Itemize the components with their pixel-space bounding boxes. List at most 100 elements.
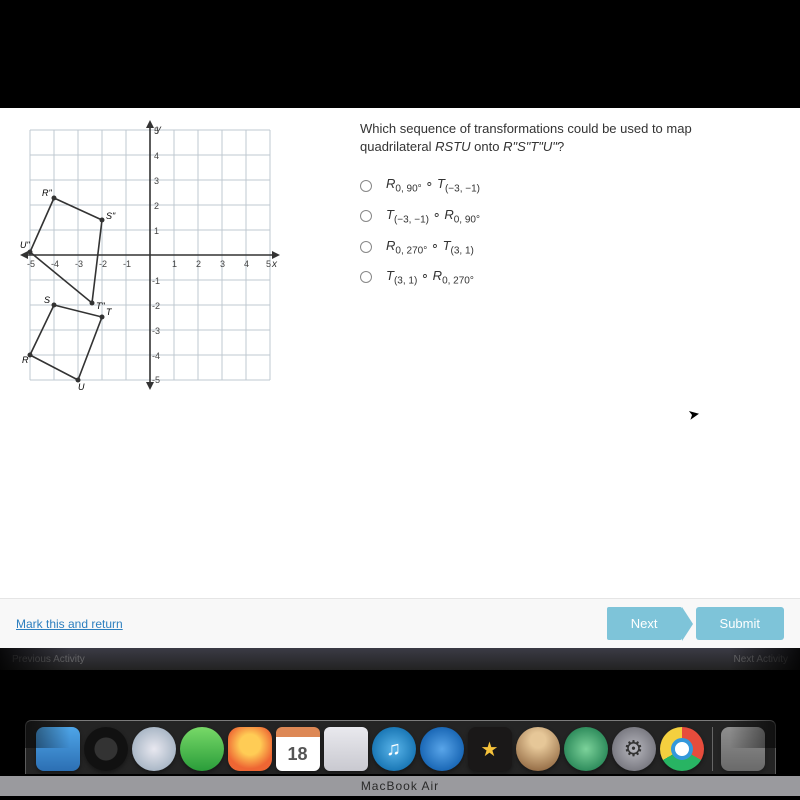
opt1-comp: ∘: [422, 176, 437, 191]
facetime-icon[interactable]: [180, 727, 224, 771]
svg-text:R: R: [22, 355, 29, 365]
coordinate-chart: y x 5 4 3 2 1 -1 -2 -3 -4 -5 -5 -4 -3 -2…: [20, 120, 280, 390]
dock-separator: [712, 727, 713, 771]
launchpad-icon[interactable]: [721, 727, 765, 771]
appstore-icon[interactable]: [420, 727, 464, 771]
timemachine-icon[interactable]: [564, 727, 608, 771]
opt3-t: T: [443, 238, 451, 253]
svg-text:-1: -1: [123, 259, 131, 269]
option-2[interactable]: T(−3, −1) ∘ R0, 90°: [360, 201, 784, 232]
radio-icon[interactable]: [360, 271, 372, 283]
opt1-rsub: 0, 90°: [395, 184, 421, 195]
svg-text:x: x: [271, 259, 278, 270]
opt4-r: R: [433, 268, 442, 283]
opt2-comp: ∘: [429, 207, 444, 222]
activity-nav-bar: Previous Activity Next Activity: [0, 648, 800, 670]
question-rstu: RSTU: [435, 139, 470, 154]
option-2-label: T(−3, −1) ∘ R0, 90°: [386, 207, 480, 226]
preview-icon[interactable]: [324, 727, 368, 771]
sysprefs-icon[interactable]: ⚙: [612, 727, 656, 771]
cursor-icon: ➤: [687, 405, 702, 424]
prev-activity-label: Previous Activity: [12, 654, 85, 665]
finder-icon[interactable]: [36, 727, 80, 771]
svg-text:1: 1: [154, 226, 159, 236]
opt3-r: R: [386, 238, 395, 253]
svg-text:U: U: [78, 382, 85, 390]
macbook-label: MacBook Air: [0, 776, 800, 796]
svg-text:S": S": [106, 211, 116, 221]
answer-options: R0, 90° ∘ T(−3, −1) T(−3, −1) ∘ R0, 90° …: [360, 170, 784, 292]
option-1-label: R0, 90° ∘ T(−3, −1): [386, 176, 480, 195]
option-4[interactable]: T(3, 1) ∘ R0, 270°: [360, 262, 784, 293]
top-black-bar: [0, 0, 800, 108]
opt2-tsub: (−3, −1): [394, 215, 429, 226]
dock: 18 ♫ ★ ⚙: [25, 720, 776, 774]
next-button[interactable]: Next: [607, 607, 682, 640]
svg-text:4: 4: [154, 151, 159, 161]
option-3-label: R0, 270° ∘ T(3, 1): [386, 238, 474, 257]
question-line-1: Which sequence of transformations could …: [360, 121, 692, 136]
opt2-r: R: [444, 207, 453, 222]
svg-text:-5: -5: [27, 259, 35, 269]
dashboard-icon[interactable]: [84, 727, 128, 771]
question-line-2c: ?: [557, 139, 564, 154]
svg-text:1: 1: [172, 259, 177, 269]
bottom-toolbar: Mark this and return Next Submit: [0, 598, 800, 648]
question-line-2a: quadrilateral: [360, 139, 435, 154]
opt4-comp: ∘: [417, 268, 432, 283]
opt4-t: T: [386, 268, 394, 283]
opt3-comp: ∘: [427, 238, 442, 253]
photobooth-icon[interactable]: [228, 727, 272, 771]
svg-text:-3: -3: [152, 326, 160, 336]
garageband-icon[interactable]: [516, 727, 560, 771]
opt4-rsub: 0, 270°: [442, 276, 474, 287]
svg-text:S: S: [44, 295, 50, 305]
opt1-t: T: [437, 176, 445, 191]
imovie-icon[interactable]: ★: [468, 727, 512, 771]
chrome-icon[interactable]: [660, 727, 704, 771]
question-area: Which sequence of transformations could …: [360, 120, 784, 293]
itunes-icon[interactable]: ♫: [372, 727, 416, 771]
calendar-icon[interactable]: 18: [276, 727, 320, 771]
question-text: Which sequence of transformations could …: [360, 120, 784, 156]
opt1-tsub: (−3, −1): [445, 184, 480, 195]
svg-text:5: 5: [154, 126, 159, 136]
svg-text:T: T: [106, 307, 113, 317]
opt4-tsub: (3, 1): [394, 276, 417, 287]
opt2-rsub: 0, 90°: [454, 215, 480, 226]
option-1[interactable]: R0, 90° ∘ T(−3, −1): [360, 170, 784, 201]
svg-text:3: 3: [220, 259, 225, 269]
dock-area: 18 ♫ ★ ⚙: [0, 694, 800, 774]
svg-text:4: 4: [244, 259, 249, 269]
svg-text:-3: -3: [75, 259, 83, 269]
radio-icon[interactable]: [360, 241, 372, 253]
mark-return-link[interactable]: Mark this and return: [16, 617, 123, 631]
opt3-rsub: 0, 270°: [395, 245, 427, 256]
opt1-r: R: [386, 176, 395, 191]
opt3-tsub: (3, 1): [451, 245, 474, 256]
question-line-2b: onto: [471, 139, 504, 154]
safari-icon[interactable]: [132, 727, 176, 771]
opt2-t: T: [386, 207, 394, 222]
option-3[interactable]: R0, 270° ∘ T(3, 1): [360, 232, 784, 263]
svg-text:-4: -4: [152, 351, 160, 361]
content-panel: y x 5 4 3 2 1 -1 -2 -3 -4 -5 -5 -4 -3 -2…: [0, 108, 800, 648]
svg-text:T": T": [96, 301, 105, 311]
svg-text:2: 2: [154, 201, 159, 211]
option-4-label: T(3, 1) ∘ R0, 270°: [386, 268, 474, 287]
svg-text:2: 2: [196, 259, 201, 269]
radio-icon[interactable]: [360, 180, 372, 192]
svg-text:5: 5: [266, 259, 271, 269]
next-activity-label: Next Activity: [734, 654, 788, 665]
question-target: R"S"T"U": [503, 139, 557, 154]
svg-text:R": R": [42, 188, 52, 198]
svg-text:3: 3: [154, 176, 159, 186]
submit-button[interactable]: Submit: [696, 607, 784, 640]
svg-text:-5: -5: [152, 375, 160, 385]
svg-text:U": U": [20, 240, 30, 250]
svg-text:-1: -1: [152, 276, 160, 286]
radio-icon[interactable]: [360, 210, 372, 222]
svg-text:-2: -2: [152, 301, 160, 311]
svg-text:-4: -4: [51, 259, 59, 269]
svg-text:-2: -2: [99, 259, 107, 269]
